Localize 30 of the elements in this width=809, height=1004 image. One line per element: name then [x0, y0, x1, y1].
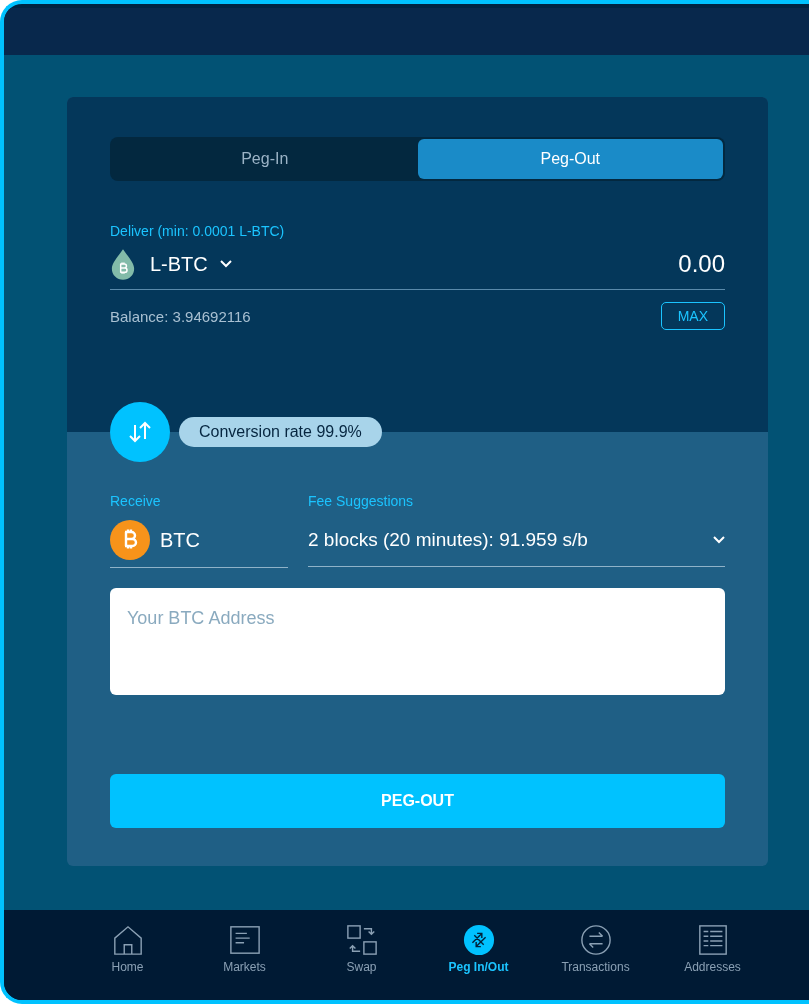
asset-selector[interactable]: L-BTC: [150, 252, 232, 276]
chevron-down-icon: [713, 535, 725, 544]
list-icon: [696, 924, 729, 956]
address-field[interactable]: Your BTC Address: [110, 588, 725, 695]
swap-direction-button[interactable]: [110, 402, 170, 462]
conversion-rate-badge: Conversion rate 99.9%: [179, 417, 382, 447]
nav-item[interactable]: Addresses: [654, 920, 771, 1000]
field-label: Fee Suggestions: [308, 493, 415, 509]
house-icon: [111, 924, 144, 956]
droplet-coin-icon: [110, 247, 136, 281]
nav-item[interactable]: Transactions: [537, 920, 654, 1000]
chevron-down-icon: [219, 260, 232, 268]
nav-item[interactable]: Swap: [303, 920, 420, 1000]
document-icon: [228, 924, 261, 956]
balance-text: Balance: 3.94692116: [110, 307, 251, 325]
max-button[interactable]: MAX: [660, 302, 725, 330]
tab[interactable]: Peg-In: [112, 139, 418, 179]
asset-name: BTC: [160, 528, 200, 552]
tab[interactable]: Peg-Out: [417, 139, 723, 179]
coin-icon: [110, 520, 150, 560]
amount-value[interactable]: 0.00: [678, 250, 725, 278]
nav-item[interactable]: Peg In/Out: [420, 920, 537, 1000]
arrows-circle-icon: [462, 924, 495, 956]
fee-dropdown[interactable]: 2 blocks (20 minutes): 91.959 s/b: [308, 513, 725, 567]
field-label: Deliver (min: 0.0001 L-BTC): [110, 223, 286, 239]
field-label: Receive: [110, 493, 162, 509]
nav-item[interactable]: Home: [69, 920, 186, 1000]
squares-arrows-icon: [345, 924, 378, 956]
nav-item[interactable]: Markets: [186, 920, 303, 1000]
arrows-circle-icon: [579, 924, 612, 956]
